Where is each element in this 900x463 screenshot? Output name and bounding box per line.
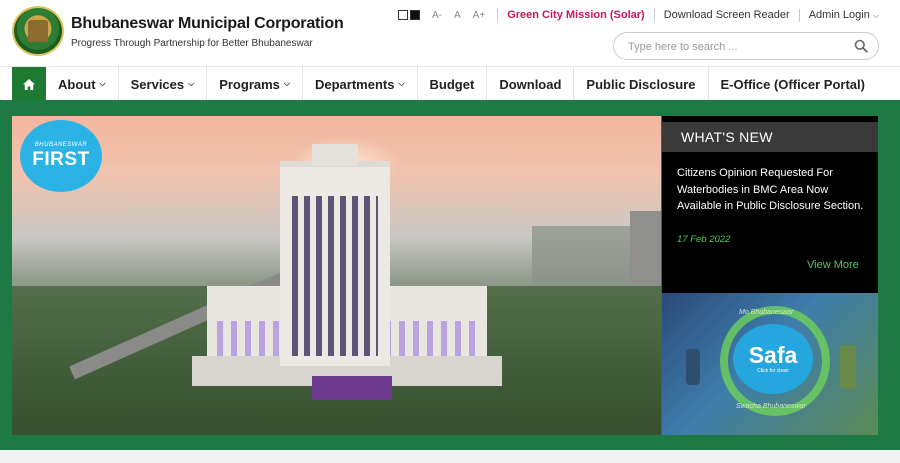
site-header: Bhubaneswar Municipal Corporation Progre… [0,0,900,66]
building-crown [312,144,358,166]
nav-item-budget[interactable]: Budget [418,67,488,101]
nav-item-label: Download [499,76,562,92]
nav-item-public-disclosure[interactable]: Public Disclosure [574,67,709,101]
contrast-light-icon[interactable] [398,10,408,20]
nav-item-download[interactable]: Download [487,67,575,101]
nav-item-label: Programs [219,76,280,92]
chevron-down-icon: ⌵ [283,79,290,88]
nav-item-label: E-Office (Officer Portal) [720,76,865,92]
safa-person-figure [686,349,700,385]
nav-item-label: Services [130,76,185,92]
safa-top-text: Mo Bhubaneswar [739,309,794,316]
tagline: Progress Through Partnership for Better … [71,38,313,49]
divider [798,8,800,22]
view-more-link[interactable]: View More [807,259,859,271]
bmc-logo-icon[interactable] [12,6,64,56]
home-icon [23,78,35,90]
org-name[interactable]: Bhubaneswar Municipal Corporation [71,15,344,33]
safa-person-figure [840,345,856,389]
search-icon[interactable] [854,39,868,53]
font-decrease-button[interactable]: A- [432,10,442,21]
search-input[interactable] [628,37,843,57]
news-item-date: 17 Feb 2022 [677,234,731,245]
safa-logo: Safa Click for clean [733,324,813,394]
nav-item-label: Departments [314,76,395,92]
font-increase-button[interactable]: A+ [473,10,486,21]
nav-item-programs[interactable]: Programs ⌵ [207,67,303,101]
whats-new-panel: WHAT'S NEW Citizens Opinion Requested Fo… [662,116,878,293]
building-entrance-lights [312,376,392,400]
top-utility-bar: A- A A+ Green City Mission (Solar) Downl… [398,8,879,22]
green-city-mission-link[interactable]: Green City Mission (Solar) [507,9,645,21]
search-box [613,32,879,60]
building-tower-windows [292,196,378,356]
news-item-link[interactable]: Citizens Opinion Requested For Waterbodi… [677,165,872,215]
font-normal-button[interactable]: A [454,10,461,21]
nav-item-label: About [58,76,96,92]
safa-promo-banner[interactable]: Mo Bhubaneswar Safa Click for clean Swac… [662,293,878,435]
safa-bottom-text: Swacha Bhubaneswar [736,403,806,410]
admin-login-link[interactable]: Admin Login ⌵ [809,9,879,21]
divider [653,8,655,22]
bhubaneswar-first-badge[interactable]: BHUBANESWAR FIRST [20,120,102,192]
contrast-dark-icon[interactable] [410,10,420,20]
nav-item-label: Budget [429,76,475,92]
hero-banner-image[interactable] [12,116,661,435]
whats-new-heading: WHAT'S NEW [681,129,773,145]
badge-big-text: FIRST [32,148,90,170]
nav-item-departments[interactable]: Departments ⌵ [303,67,418,101]
safa-word: Safa [748,342,798,368]
nav-home-button[interactable] [12,67,46,101]
divider [497,8,499,22]
main-nav-list: About ⌵ Services ⌵ Programs ⌵ Departments ⌵ … [12,67,877,101]
chevron-down-icon: ⌵ [99,79,106,88]
main-nav: About ⌵ Services ⌵ Programs ⌵ Departments ⌵ … [0,66,900,101]
nav-item-services[interactable]: Services ⌵ [119,67,208,101]
nav-item-about[interactable]: About ⌵ [46,67,119,101]
nav-item-e-office[interactable]: E-Office (Officer Portal) [709,67,877,101]
chevron-down-icon: ⌵ [188,79,195,88]
admin-login-label: Admin Login [808,9,870,21]
safa-sub-text: Click for clean [757,368,789,374]
whats-new-header: WHAT'S NEW [662,122,878,152]
download-screen-reader-link[interactable]: Download Screen Reader [664,9,790,21]
badge-small-text: BHUBANESWAR [34,141,88,148]
nav-item-label: Public Disclosure [586,76,696,92]
chevron-down-icon: ⌵ [398,79,405,88]
page-below-fold [0,450,900,463]
chevron-down-icon: ⌵ [872,11,879,20]
